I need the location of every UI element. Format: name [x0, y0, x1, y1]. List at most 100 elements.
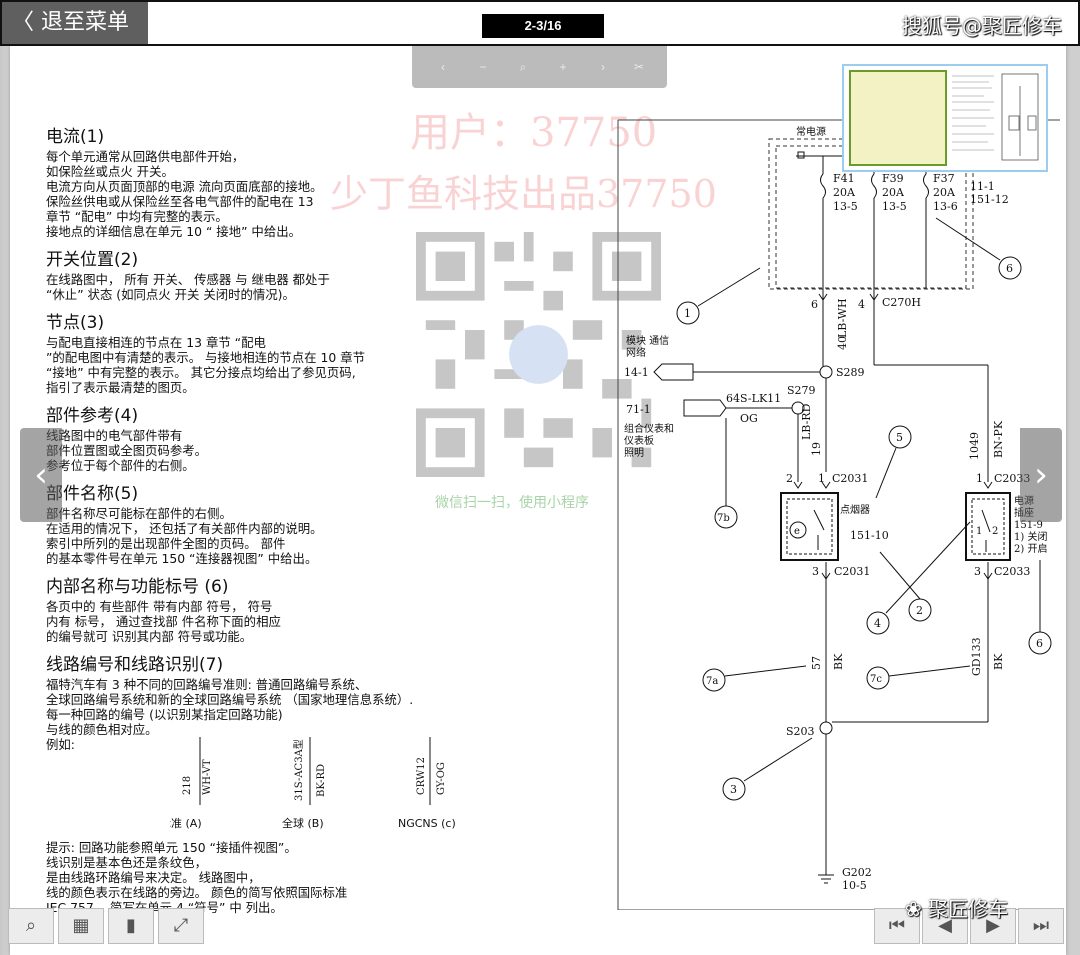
switch-label-5: 2) 开启	[1014, 542, 1047, 555]
switch-pin-3: 3	[974, 565, 981, 578]
circuit-examples: 218 WH-VT 31S-AC3A型 BK-RD CRW12 GY-OG 标准…	[170, 737, 456, 830]
grid-icon: ▦	[72, 915, 90, 936]
section-line: 的基本零件号在单元 150 “连接器视图” 中给出。	[46, 551, 318, 566]
prev-page-button[interactable]: ‹	[20, 428, 62, 522]
section-body: 部件名称尽可能标在部件的右侧。 在适用的情况下， 还包括了有关部件内部的说明。 索引…	[46, 506, 486, 566]
section-line: 在适用的情况下， 还包括了有关部件内部的说明。	[46, 521, 323, 536]
section-line: 索引中所列的是出现部件全图的页码。 部件	[46, 536, 286, 551]
fuse-f39-amp: 20A	[882, 186, 905, 199]
fuse-f37-amp: 20A	[933, 186, 956, 199]
reader-viewport: { "topbar": { "back_label": "退至菜单", "pag…	[0, 0, 1080, 955]
fuse-ref-right-2: 151-12	[970, 193, 1009, 206]
section-body: 与配电直接相连的节点在 13 章节 “配电 ”的配电图中有清楚的表示。 与接地相连…	[46, 335, 486, 395]
section-line: 每一种回路的编号 (以识别某指定回路功能)	[46, 707, 283, 722]
c2031-top: C2031	[832, 472, 868, 485]
chevron-right-icon: ›	[1034, 455, 1048, 495]
section-line: 部件位置图或全图页码参考。	[46, 443, 208, 458]
section-title: 内部名称与功能标号 (6)	[46, 577, 229, 597]
og-label: OG	[740, 412, 758, 425]
c2033-bottom: C2033	[994, 565, 1030, 578]
chevron-left-icon: ‹	[34, 455, 48, 495]
callout-2: 2	[916, 604, 923, 617]
back-to-menu-button[interactable]: 〈 退至菜单	[2, 2, 148, 44]
fuse-f41-ref: 13-5	[833, 200, 858, 213]
cluster-line2: 仪表板	[624, 434, 654, 447]
section-line: 部件名称尽可能标在部件的右侧。	[46, 506, 232, 521]
pin-4: 4	[858, 298, 865, 311]
wire-lbrd: LB-RD	[800, 403, 813, 440]
tip-line: 提示: 回路功能参照单元 150 “接插件视图”。	[46, 840, 297, 855]
section-title: 开关位置(2)	[46, 250, 139, 270]
module-comm-line2: 网络	[626, 346, 646, 359]
fuse-f41-id: F41	[833, 172, 855, 185]
back-chevron-icon: 〈	[12, 10, 35, 35]
tip-line: 是由线路环路编号来决定。 线路图中，	[46, 870, 261, 885]
section-body: 线路图中的电气部件带有 部件位置图或全图页码参考。 参考位于每个部件的右侧。	[46, 428, 486, 473]
s289-label: S289	[836, 366, 865, 379]
bookmark-icon: ▮	[126, 915, 136, 936]
wire-19: 19	[810, 442, 823, 456]
lighter-pin-3: 3	[812, 565, 819, 578]
callout-7a: 7a	[706, 676, 718, 687]
wire-57: 57	[810, 656, 823, 670]
brand-watermark: 搜狐号@聚匠修车	[902, 14, 1062, 38]
section-line: 接地点的详细信息在单元 10 “ 接地” 中给出。	[46, 224, 301, 239]
last-page-button[interactable]: ⏭	[1018, 908, 1064, 944]
zoom-icon: ⌕	[25, 915, 37, 936]
conn-71-1: 71-1	[626, 403, 651, 416]
section-line: 保险丝供电或从保险丝至各电气部件的配电在 13	[46, 194, 314, 209]
callout-7b: 7b	[717, 513, 730, 524]
section-line: ”的配电图中有清楚的表示。 与接地相连的节点在 10 章节	[46, 350, 365, 365]
fullscreen-button[interactable]: ⤢	[158, 908, 204, 944]
first-page-icon: ⏮	[888, 915, 906, 936]
example-b-label: 全球 (B)	[282, 816, 324, 830]
wire-bk-right: BK	[992, 653, 1005, 670]
section-title: 部件名称(5)	[46, 484, 139, 504]
callout-7c: 7c	[870, 674, 882, 685]
g202-ref: 10-5	[842, 879, 867, 892]
lighter-label: 点烟器	[840, 503, 870, 516]
bottom-credit: ❀ 聚匠修车	[905, 893, 1008, 922]
callout-3: 3	[730, 783, 737, 796]
section-line: 福特汽车有 3 种不同的回路编号准则: 普通回路编号系统、	[46, 677, 368, 692]
lighter-ref: 151-10	[850, 529, 889, 542]
example-c-label: NGCNS (c)	[398, 817, 456, 830]
switch-label-4: 1) 关闭	[1014, 530, 1047, 543]
section-line: 如保险丝或点火 开关。	[46, 164, 174, 179]
conn-14-1: 14-1	[624, 366, 649, 379]
top-bar: 〈 退至菜单 2-3/16 搜狐号@聚匠修车	[0, 0, 1080, 46]
page-thumbnail[interactable]	[842, 64, 1048, 172]
next-page-button[interactable]: ›	[1020, 428, 1062, 522]
s203-label: S203	[786, 725, 815, 738]
tool-prev-icon[interactable]: ‹	[436, 60, 450, 74]
section-body: 各页中的 有些部件 带有内部 符号， 符号 内有 标号， 通过查找部 件名称下面的…	[46, 599, 486, 644]
tool-plus-icon[interactable]: +	[556, 60, 570, 74]
wire-bk-left: BK	[832, 653, 845, 670]
lighter-pin-2: 2	[786, 472, 793, 485]
grid-view-button[interactable]: ▦	[58, 908, 104, 944]
switch-pos-2: 2	[992, 526, 998, 537]
wiring-diagram: 常电源 F41 20A 13-5 F39 20A 13-5 F37 20A 13…	[617, 119, 1060, 910]
bottom-credit-text: 聚匠修车	[928, 897, 1009, 921]
tool-zoom-icon[interactable]: ⌕	[516, 60, 530, 74]
section-body: 每个单元通常从回路供电部件开始， 如保险丝或点火 开关。 电流方向从页面顶部的电源 …	[46, 149, 486, 239]
power-source-label: 常电源	[796, 125, 826, 138]
section-line: 与配电直接相连的节点在 13 章节 “配电	[46, 335, 266, 350]
fuse-f41-amp: 20A	[833, 186, 856, 199]
pin-6: 6	[811, 298, 818, 311]
tool-cut-icon[interactable]: ✂	[632, 60, 646, 74]
zoom-button[interactable]: ⌕	[8, 908, 54, 944]
s279-label: S279	[787, 384, 816, 397]
thumbnail-viewport[interactable]	[849, 70, 947, 166]
switch-pos-1: 1	[976, 526, 982, 537]
fuse-f39-ref: 13-5	[882, 200, 907, 213]
callout-4: 4	[874, 617, 881, 630]
tool-next-icon[interactable]: ›	[596, 60, 610, 74]
tips-text: 提示: 回路功能参照单元 150 “接插件视图”。 线识别是基本色还是条纹色， 是由…	[46, 840, 347, 915]
fuse-ref-right-1: 11-1	[970, 180, 995, 193]
fuse-f39-id: F39	[882, 172, 904, 185]
section-line: 的编号就可 识别其内部 符号或功能。	[46, 629, 253, 644]
tool-minus-icon[interactable]: −	[476, 60, 490, 74]
bookmark-button[interactable]: ▮	[108, 908, 154, 944]
fullscreen-icon: ⤢	[173, 915, 189, 936]
